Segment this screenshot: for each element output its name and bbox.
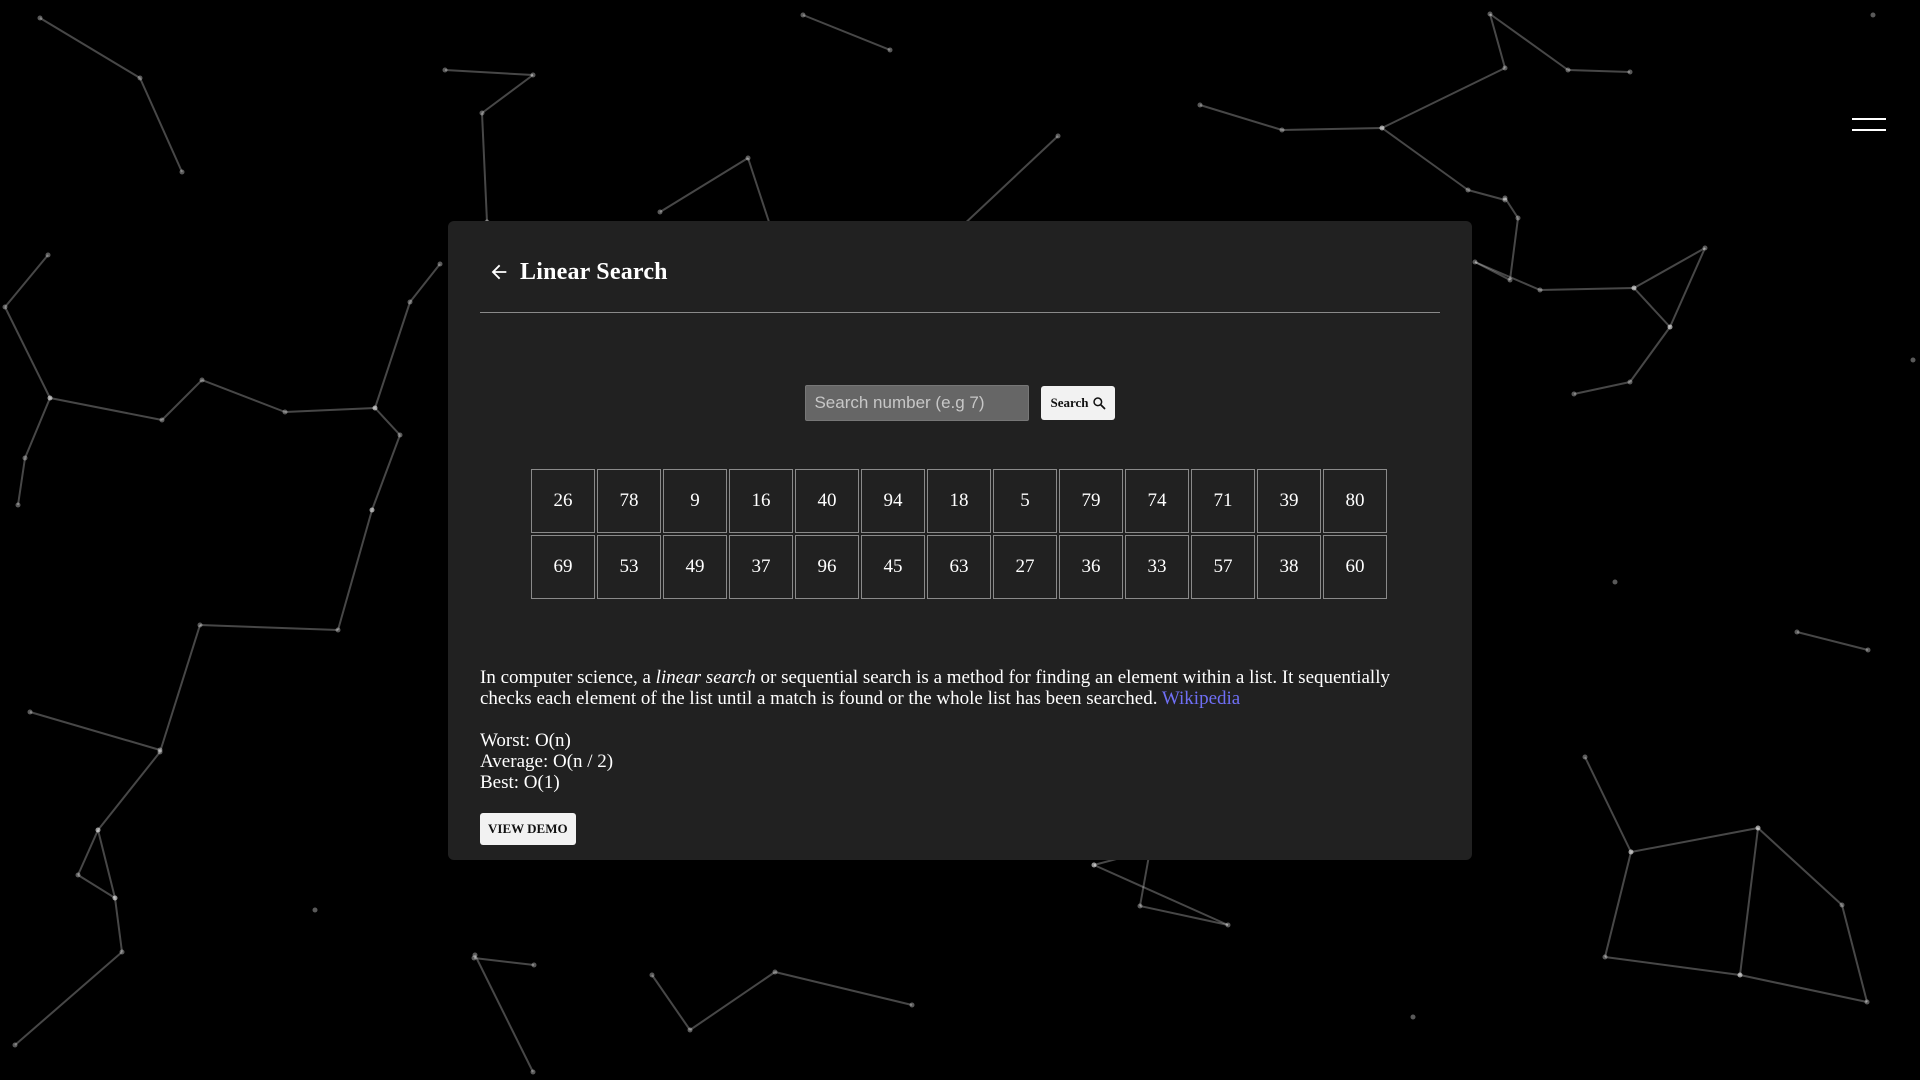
complexity-list: Worst: O(n) Average: O(n / 2) Best: O(1) <box>480 730 1440 793</box>
number-cell[interactable]: 9 <box>663 469 727 533</box>
number-cell[interactable]: 79 <box>1059 469 1123 533</box>
number-cell[interactable]: 27 <box>993 535 1057 599</box>
number-cell[interactable]: 71 <box>1191 469 1255 533</box>
number-grid: 26 78 9 16 40 94 18 5 79 74 71 39 80 69 53 49 37 96 45 63 27… <box>531 469 1389 599</box>
number-cell[interactable]: 38 <box>1257 535 1321 599</box>
number-cell[interactable]: 18 <box>927 469 991 533</box>
search-input[interactable] <box>805 385 1030 421</box>
number-cell[interactable]: 33 <box>1125 535 1189 599</box>
number-cell[interactable]: 78 <box>597 469 661 533</box>
wikipedia-link[interactable]: Wikipedia <box>1162 688 1240 709</box>
number-cell[interactable]: 16 <box>729 469 793 533</box>
card-header: Linear Search <box>480 232 1440 313</box>
search-row: Search <box>480 385 1440 421</box>
search-button[interactable]: Search <box>1041 386 1115 420</box>
arrow-left-icon[interactable] <box>488 261 510 283</box>
linear-search-card: Linear Search Search 2678916409418579747… <box>448 221 1472 860</box>
complexity-best: Best: O(1) <box>480 772 560 793</box>
number-cell[interactable]: 94 <box>861 469 925 533</box>
page-title: Linear Search <box>520 258 668 285</box>
number-cell[interactable]: 96 <box>795 535 859 599</box>
number-cell[interactable]: 63 <box>927 535 991 599</box>
number-cell[interactable]: 80 <box>1323 469 1387 533</box>
number-cell[interactable]: 69 <box>531 535 595 599</box>
hamburger-menu-icon[interactable] <box>1852 116 1886 136</box>
complexity-worst: Worst: O(n) <box>480 730 571 751</box>
number-cell[interactable]: 57 <box>1191 535 1255 599</box>
description: In computer science, a linear search or … <box>480 667 1440 709</box>
number-cell[interactable]: 26 <box>531 469 595 533</box>
number-cell[interactable]: 49 <box>663 535 727 599</box>
description-emphasis: linear search <box>655 667 756 688</box>
number-cell[interactable]: 45 <box>861 535 925 599</box>
complexity-average: Average: O(n / 2) <box>480 751 614 772</box>
number-cell[interactable]: 53 <box>597 535 661 599</box>
search-button-label: Search <box>1050 395 1089 410</box>
number-cell[interactable]: 60 <box>1323 535 1387 599</box>
number-cell[interactable]: 5 <box>993 469 1057 533</box>
number-cell[interactable]: 74 <box>1125 469 1189 533</box>
number-cell[interactable]: 36 <box>1059 535 1123 599</box>
number-cell[interactable]: 37 <box>729 535 793 599</box>
magnifier-icon <box>1092 397 1105 410</box>
description-prefix: In computer science, a <box>480 667 656 688</box>
number-cell[interactable]: 40 <box>795 469 859 533</box>
number-cell[interactable]: 39 <box>1257 469 1321 533</box>
view-demo-button[interactable]: VIEW DEMO <box>480 813 576 845</box>
